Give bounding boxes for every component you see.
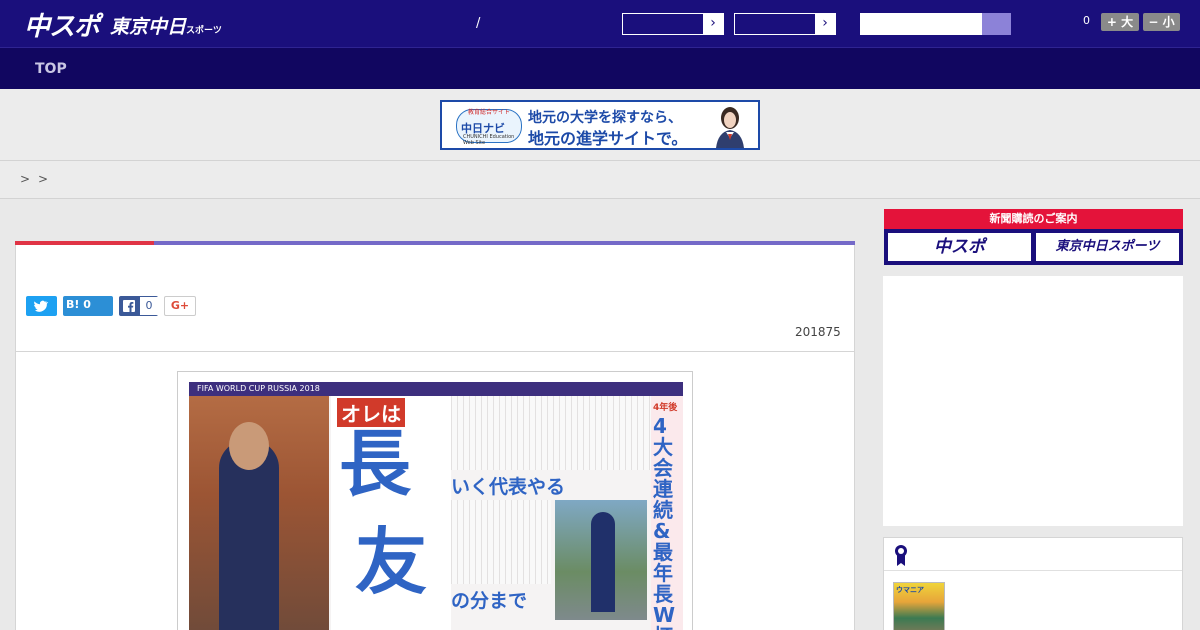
breadcrumb-separator: > xyxy=(38,172,49,186)
newspaper-page: FIFA WORLD CUP RUSSIA 2018 オレは 長 友 いく代表や… xyxy=(189,382,683,630)
banner-logo: 教育総合サイト 中日ナビ CHUNICHI Education Web Site xyxy=(456,109,522,146)
facebook-count: 0 xyxy=(140,297,158,315)
headline-big-1: 長 xyxy=(339,422,412,506)
headline-big-2: 友 xyxy=(355,520,428,604)
font-size-value: 0 xyxy=(1083,14,1090,27)
headline-sub-2: の分まで xyxy=(451,590,528,612)
subscription-heading: 新聞購読のご案内 xyxy=(884,209,1183,229)
headline-column: オレは 長 友 xyxy=(331,396,451,630)
banner-logo-sub: CHUNICHI Education Web Site xyxy=(463,134,515,146)
newspaper-band-text: FIFA WORLD CUP RUSSIA 2018 xyxy=(197,384,320,393)
second-player-figure xyxy=(591,512,615,612)
hatena-bookmark-button[interactable]: B! 0 xyxy=(63,296,113,316)
newspaper-page-image[interactable]: FIFA WORLD CUP RUSSIA 2018 オレは 長 友 いく代表や… xyxy=(177,371,693,630)
newspaper-header-band: FIFA WORLD CUP RUSSIA 2018 xyxy=(189,382,683,396)
site-header: 中スポ 東京中日スポーツ / › › 0 + 大 − 小 xyxy=(0,0,1200,48)
twitter-icon xyxy=(34,300,49,312)
twitter-share-button[interactable] xyxy=(26,296,57,316)
tokyo-logo-main: 東京中日 xyxy=(110,16,187,38)
breadcrumb-separator: > xyxy=(20,172,31,186)
breadcrumb: > > xyxy=(0,161,1200,199)
article-text-block xyxy=(451,396,651,470)
font-increase-button[interactable]: + 大 xyxy=(1101,13,1139,31)
google-plus-share-button[interactable]: G+ xyxy=(164,296,196,316)
tokyo-chunichi-logo[interactable]: 東京中日スポーツ xyxy=(110,12,222,39)
article-date: 201875 xyxy=(795,325,841,339)
main-nav: TOP xyxy=(0,48,1200,89)
header-select-2[interactable]: › xyxy=(734,13,836,35)
facebook-icon xyxy=(123,300,135,312)
subscription-box: 新聞購読のご案内 中スポ 東京中日スポーツ xyxy=(884,209,1183,265)
article-divider xyxy=(16,351,854,352)
chevron-right-icon: › xyxy=(703,14,723,34)
banner-line-2: 地元の進学サイトで。 xyxy=(528,129,688,148)
chevron-right-icon: › xyxy=(815,14,835,34)
headline-sub-1: いく代表やる xyxy=(451,476,566,498)
banner-logo-top: 教育総合サイト xyxy=(467,109,510,116)
hatena-icon: B! xyxy=(66,298,80,311)
ribbon-icon xyxy=(895,545,907,566)
header-select-1[interactable]: › xyxy=(622,13,724,35)
ranking-divider xyxy=(884,570,1182,571)
banner-area: 教育総合サイト 中日ナビ CHUNICHI Education Web Site… xyxy=(0,89,1200,161)
thumbnail-title: ウマニア xyxy=(896,586,924,594)
article-text-block xyxy=(451,500,551,584)
player-head xyxy=(229,422,269,470)
ranking-thumbnail[interactable]: ウマニア xyxy=(893,582,945,630)
header-slash: / xyxy=(476,16,481,31)
font-decrease-button[interactable]: − 小 xyxy=(1143,13,1180,31)
sidebar-ad-slot xyxy=(883,276,1183,526)
search-button[interactable] xyxy=(982,13,1011,35)
chuspo-logo[interactable]: 中スポ xyxy=(24,6,100,43)
banner-person-image xyxy=(716,107,744,148)
nav-item-top[interactable]: TOP xyxy=(35,61,67,77)
side-headline-top: 4年後 xyxy=(653,403,678,413)
article-top-border-accent xyxy=(15,241,154,245)
subscribe-tokyo-button[interactable]: 東京中日スポーツ xyxy=(1036,233,1179,261)
facebook-share-button[interactable]: 0 xyxy=(119,296,158,316)
side-headline-big: 4大会連続&最年長W杯 xyxy=(653,414,676,630)
side-headline: 4年後 4大会連続&最年長W杯 xyxy=(651,396,683,630)
tokyo-logo-sub: スポーツ xyxy=(186,26,222,36)
search-input[interactable] xyxy=(860,13,982,35)
ranking-box: ウマニア xyxy=(883,537,1183,630)
subscribe-chuspo-button[interactable]: 中スポ xyxy=(888,233,1031,261)
ad-banner[interactable]: 教育総合サイト 中日ナビ CHUNICHI Education Web Site… xyxy=(440,100,760,150)
site-search xyxy=(860,13,1011,35)
banner-line-1: 地元の大学を探すなら、 xyxy=(528,110,682,126)
hatena-count: 0 xyxy=(83,298,91,311)
